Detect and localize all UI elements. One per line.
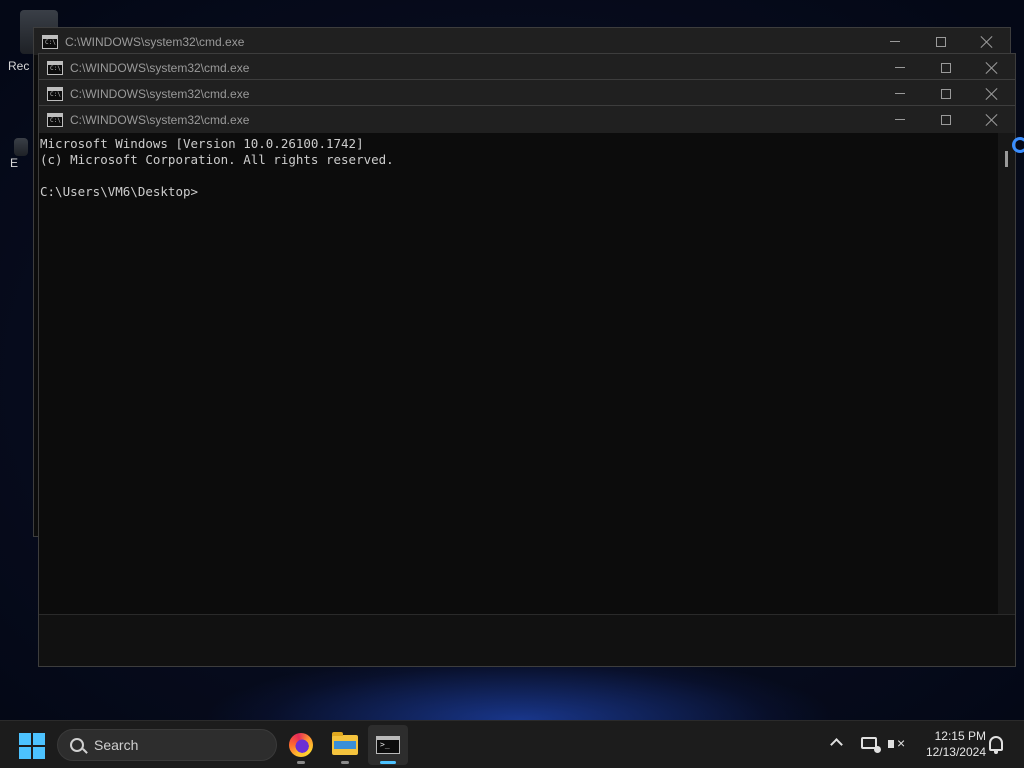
maximize-button[interactable] <box>923 106 969 133</box>
minimize-button[interactable] <box>877 80 923 107</box>
close-button[interactable] <box>969 80 1015 107</box>
minimize-button[interactable] <box>877 54 923 81</box>
clock-time: 12:15 PM <box>934 729 986 743</box>
minimize-icon <box>890 41 900 42</box>
file-explorer-icon <box>332 732 358 755</box>
maximize-icon <box>941 114 951 125</box>
search-icon <box>70 738 84 752</box>
cmd-app-icon <box>47 86 63 101</box>
window-title: C:\WINDOWS\system32\cmd.exe <box>70 60 250 75</box>
minimize-button[interactable] <box>872 28 918 55</box>
maximize-button[interactable] <box>923 80 969 107</box>
active-indicator <box>380 761 396 764</box>
taskbar-search-box[interactable]: Search <box>57 729 277 761</box>
network-icon[interactable] <box>861 737 881 753</box>
running-indicator <box>341 761 349 764</box>
close-button[interactable] <box>964 28 1010 55</box>
maximize-button[interactable] <box>918 28 964 55</box>
console-bottom-area <box>39 614 1015 666</box>
loading-spinner-icon <box>1012 137 1024 153</box>
cmd-app-icon <box>47 112 63 127</box>
firefox-icon <box>289 733 313 757</box>
taskbar-app-firefox[interactable] <box>281 725 321 765</box>
show-hidden-icons-chevron-icon[interactable] <box>830 738 843 751</box>
cmd-window-active[interactable]: C:\WINDOWS\system32\cmd.exe Microsoft Wi… <box>38 105 1016 667</box>
minimize-button[interactable] <box>877 106 923 133</box>
maximize-icon <box>936 36 946 47</box>
scrollbar-thumb[interactable] <box>1005 151 1008 167</box>
clock-date: 12/13/2024 <box>925 745 986 759</box>
desktop-icon-label: Rec <box>8 59 30 73</box>
close-icon <box>986 88 998 100</box>
volume-muted-icon[interactable] <box>888 735 906 752</box>
maximize-button[interactable] <box>923 54 969 81</box>
close-button[interactable] <box>969 54 1015 81</box>
command-prompt-icon <box>376 736 400 754</box>
minimize-icon <box>895 93 905 94</box>
console-output: Microsoft Windows [Version 10.0.26100.17… <box>40 136 394 199</box>
desktop-icon-label: E <box>10 156 19 170</box>
window-titlebar[interactable]: C:\WINDOWS\system32\cmd.exe <box>39 54 1015 81</box>
cmd-app-icon <box>42 34 58 49</box>
windows-logo-pane <box>19 747 31 759</box>
minimize-icon <box>895 119 905 120</box>
window-titlebar[interactable]: C:\WINDOWS\system32\cmd.exe <box>34 28 1010 55</box>
close-button[interactable] <box>969 106 1015 133</box>
notification-bell-icon[interactable] <box>989 736 1003 754</box>
windows-logo-pane <box>33 733 45 745</box>
close-icon <box>981 36 993 48</box>
window-title: C:\WINDOWS\system32\cmd.exe <box>65 34 245 49</box>
desktop: Rec E C:\WINDOWS\system32\cmd.exe C:\WIN… <box>0 0 1024 720</box>
taskbar-app-file-explorer[interactable] <box>325 725 365 765</box>
start-button[interactable] <box>19 733 45 759</box>
edge-icon <box>14 138 28 156</box>
running-indicator <box>297 761 305 764</box>
close-icon <box>986 62 998 74</box>
taskbar: Search 12:15 PM 12/13/2024 <box>0 720 1024 768</box>
window-titlebar[interactable]: C:\WINDOWS\system32\cmd.exe <box>39 80 1015 107</box>
minimize-icon <box>895 67 905 68</box>
search-label: Search <box>94 737 139 753</box>
window-title: C:\WINDOWS\system32\cmd.exe <box>70 112 250 127</box>
windows-logo-pane <box>33 747 45 759</box>
vertical-scrollbar[interactable] <box>998 133 1015 614</box>
cmd-app-icon <box>47 60 63 75</box>
taskbar-app-command-prompt[interactable] <box>368 725 408 765</box>
close-icon <box>986 114 998 126</box>
maximize-icon <box>941 62 951 73</box>
window-titlebar[interactable]: C:\WINDOWS\system32\cmd.exe <box>39 106 1015 133</box>
console-area[interactable]: Microsoft Windows [Version 10.0.26100.17… <box>39 133 1015 666</box>
windows-logo-icon <box>19 733 31 745</box>
window-title: C:\WINDOWS\system32\cmd.exe <box>70 86 250 101</box>
maximize-icon <box>941 88 951 99</box>
taskbar-clock[interactable]: 12:15 PM 12/13/2024 <box>914 728 986 760</box>
